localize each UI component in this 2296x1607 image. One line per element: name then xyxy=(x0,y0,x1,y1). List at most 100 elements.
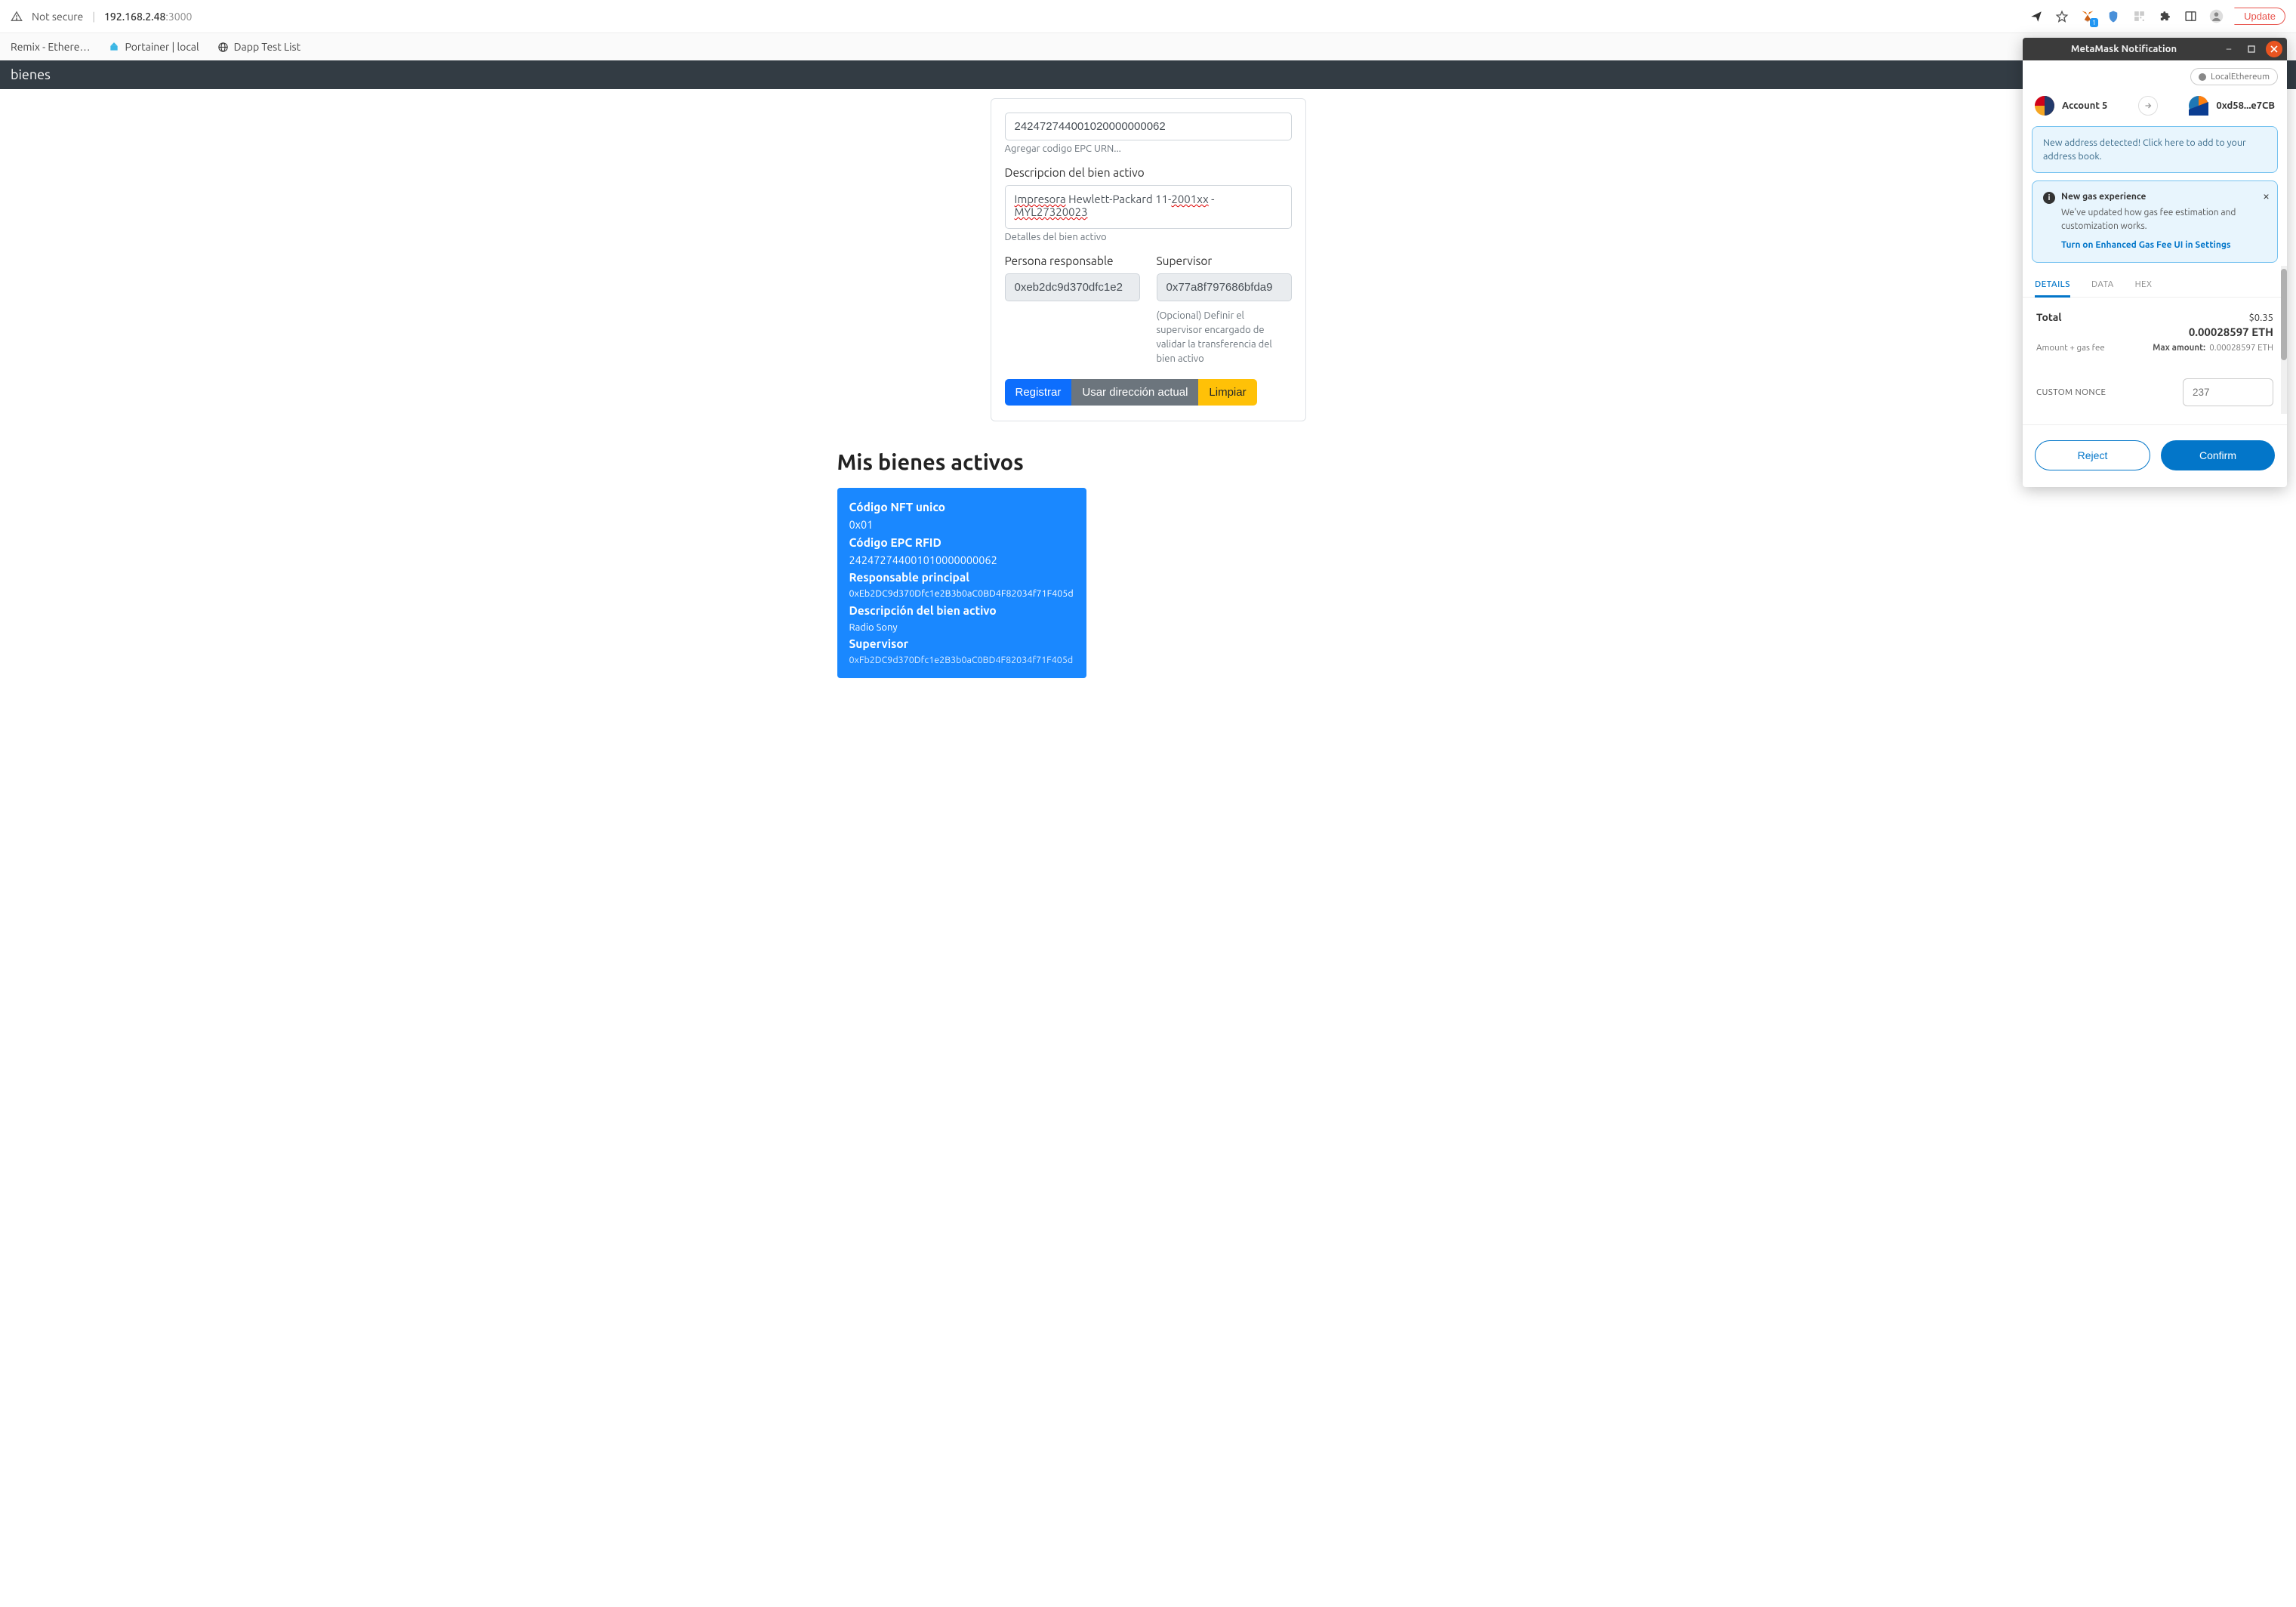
epc-code-value: 242472744001010000000062 xyxy=(849,552,1074,569)
responsible-card-label: Responsable principal xyxy=(849,569,1074,587)
metamask-tabs: DETAILS DATA HEX xyxy=(2023,266,2287,298)
portainer-icon xyxy=(108,41,120,53)
new-address-banner[interactable]: New address detected! Click here to add … xyxy=(2032,126,2278,173)
register-button[interactable]: Registrar xyxy=(1005,379,1072,406)
page-title: bienes xyxy=(11,67,51,82)
metamask-title: MetaMask Notification xyxy=(2033,44,2214,54)
nft-code-value: 0x01 xyxy=(849,517,1074,533)
bookmark-label: Dapp Test List xyxy=(234,41,300,53)
bookmark-dapp[interactable]: Dapp Test List xyxy=(217,41,300,53)
description-textarea[interactable]: Impresora Hewlett-Packard 11-2001xx - MY… xyxy=(1005,185,1292,229)
confirm-button[interactable]: Confirm xyxy=(2161,440,2275,470)
tab-data[interactable]: DATA xyxy=(2091,279,2114,297)
supervisor-input[interactable] xyxy=(1157,273,1292,301)
tab-hex[interactable]: HEX xyxy=(2135,279,2153,297)
browser-address-bar: Not secure | 192.168.2.48:3000 1 Update xyxy=(0,0,2296,33)
close-banner-icon[interactable]: × xyxy=(2263,187,2270,206)
responsible-card-value: 0xEb2DC9d370Dfc1e2B3b0aC0BD4F82034f71F40… xyxy=(849,587,1074,601)
max-amount-label: Max amount: xyxy=(2153,343,2205,353)
avatar-icon xyxy=(2189,96,2208,116)
globe-icon xyxy=(217,41,230,53)
bookmark-remix[interactable]: Remix - Ethere… xyxy=(11,41,90,53)
network-name: LocalEthereum xyxy=(2211,72,2270,82)
panel-icon[interactable] xyxy=(2183,9,2198,24)
star-icon[interactable] xyxy=(2054,9,2069,24)
ext-badge: 1 xyxy=(2090,18,2098,27)
update-button[interactable]: Update xyxy=(2234,8,2285,25)
metamask-actions: Reject Confirm xyxy=(2023,424,2287,487)
extensions-puzzle-icon[interactable] xyxy=(2157,9,2172,24)
network-selector[interactable]: LocalEthereum xyxy=(2190,68,2278,85)
to-account[interactable]: 0xd58...e7CB xyxy=(2189,96,2275,116)
accounts-row: Account 5 0xd58...e7CB xyxy=(2023,93,2287,126)
scrollbar-thumb[interactable] xyxy=(2281,269,2287,361)
network-row: LocalEthereum xyxy=(2023,60,2287,93)
brave-shield-icon[interactable] xyxy=(2106,9,2121,24)
total-eth: 0.00028597 ETH xyxy=(2036,325,2273,338)
bookmark-label: Remix - Ethere… xyxy=(11,41,90,53)
profile-icon[interactable] xyxy=(2208,9,2224,24)
nft-code-label: Código NFT unico xyxy=(849,498,1074,517)
epc-input[interactable] xyxy=(1005,113,1292,140)
separator: | xyxy=(92,11,95,23)
epc-helper: Agregar codigo EPC URN... xyxy=(1005,143,1292,154)
nonce-label: CUSTOM NONCE xyxy=(2036,387,2106,397)
scrollbar-track[interactable] xyxy=(2281,266,2287,414)
reject-button[interactable]: Reject xyxy=(2035,440,2150,470)
metamask-titlebar: MetaMask Notification – xyxy=(2023,38,2287,60)
new-address-text: New address detected! Click here to add … xyxy=(2043,137,2246,162)
total-usd: $0.35 xyxy=(2248,313,2273,323)
epc-code-label: Código EPC RFID xyxy=(849,534,1074,552)
tab-details[interactable]: DETAILS xyxy=(2035,279,2070,298)
qr-icon[interactable] xyxy=(2131,9,2147,24)
gas-settings-link[interactable]: Turn on Enhanced Gas Fee UI in Settings xyxy=(2061,239,2231,253)
bookmarks-bar: Remix - Ethere… Portainer | local Dapp T… xyxy=(0,33,2296,60)
send-icon[interactable] xyxy=(2029,9,2044,24)
nonce-input[interactable] xyxy=(2183,378,2273,406)
my-assets-section: Mis bienes activos Código NFT unico 0x01… xyxy=(831,450,1465,678)
form-button-row: Registrar Usar dirección actual Limpiar xyxy=(1005,379,1292,406)
from-account-name: Account 5 xyxy=(2062,100,2107,111)
page-header: bienes xyxy=(0,60,2296,89)
supervisor-card-value: 0xFb2DC9d370Dfc1e2B3b0aC0BD4F82034f71F40… xyxy=(849,653,1074,668)
gas-experience-banner: × i New gas experience We've updated how… xyxy=(2032,180,2278,262)
assets-title: Mis bienes activos xyxy=(837,450,1459,474)
insecure-icon xyxy=(11,11,23,23)
supervisor-card-label: Supervisor xyxy=(849,635,1074,653)
avatar-icon xyxy=(2035,96,2054,116)
close-icon[interactable] xyxy=(2266,41,2282,57)
url-text[interactable]: 192.168.2.48:3000 xyxy=(104,11,192,23)
gas-banner-title: New gas experience xyxy=(2061,190,2146,205)
bookmark-portainer[interactable]: Portainer | local xyxy=(108,41,199,53)
security-status: Not secure xyxy=(32,11,83,23)
metamask-popup: MetaMask Notification – LocalEthereum Ac… xyxy=(2023,38,2287,487)
arrow-right-icon xyxy=(2138,96,2158,116)
use-current-address-button[interactable]: Usar dirección actual xyxy=(1071,379,1198,406)
responsible-input[interactable] xyxy=(1005,273,1140,301)
network-dot-icon xyxy=(2199,73,2206,81)
supervisor-label: Supervisor xyxy=(1157,254,1292,267)
minimize-icon[interactable]: – xyxy=(2220,41,2237,57)
metamask-ext-icon[interactable]: 1 xyxy=(2080,9,2095,24)
register-form-card: Agregar codigo EPC URN... Descripcion de… xyxy=(991,98,1306,421)
custom-nonce-row: CUSTOM NONCE xyxy=(2023,360,2287,414)
responsible-label: Persona responsable xyxy=(1005,254,1140,267)
supervisor-helper: (Opcional) Definir el supervisor encarga… xyxy=(1157,309,1292,366)
description-card-label: Descripción del bien activo xyxy=(849,602,1074,620)
maximize-icon[interactable] xyxy=(2243,41,2260,57)
description-label: Descripcion del bien activo xyxy=(1005,166,1292,179)
details-panel: Total $0.35 0.00028597 ETH Amount + gas … xyxy=(2023,298,2287,360)
url-host: 192.168.2.48 xyxy=(104,11,165,23)
toolbar-right: 1 Update xyxy=(2029,8,2285,25)
asset-card: Código NFT unico 0x01 Código EPC RFID 24… xyxy=(837,488,1086,678)
to-account-address: 0xd58...e7CB xyxy=(2216,100,2275,111)
info-icon: i xyxy=(2043,192,2055,204)
clear-button[interactable]: Limpiar xyxy=(1198,379,1256,406)
from-account[interactable]: Account 5 xyxy=(2035,96,2107,116)
description-helper: Detalles del bien activo xyxy=(1005,232,1292,242)
description-card-value: Radio Sony xyxy=(849,620,1074,635)
url-port: :3000 xyxy=(165,11,192,23)
gas-banner-body: We've updated how gas fee estimation and… xyxy=(2061,208,2236,232)
bookmark-label: Portainer | local xyxy=(125,41,199,53)
amount-gas-label: Amount + gas fee xyxy=(2036,343,2105,353)
